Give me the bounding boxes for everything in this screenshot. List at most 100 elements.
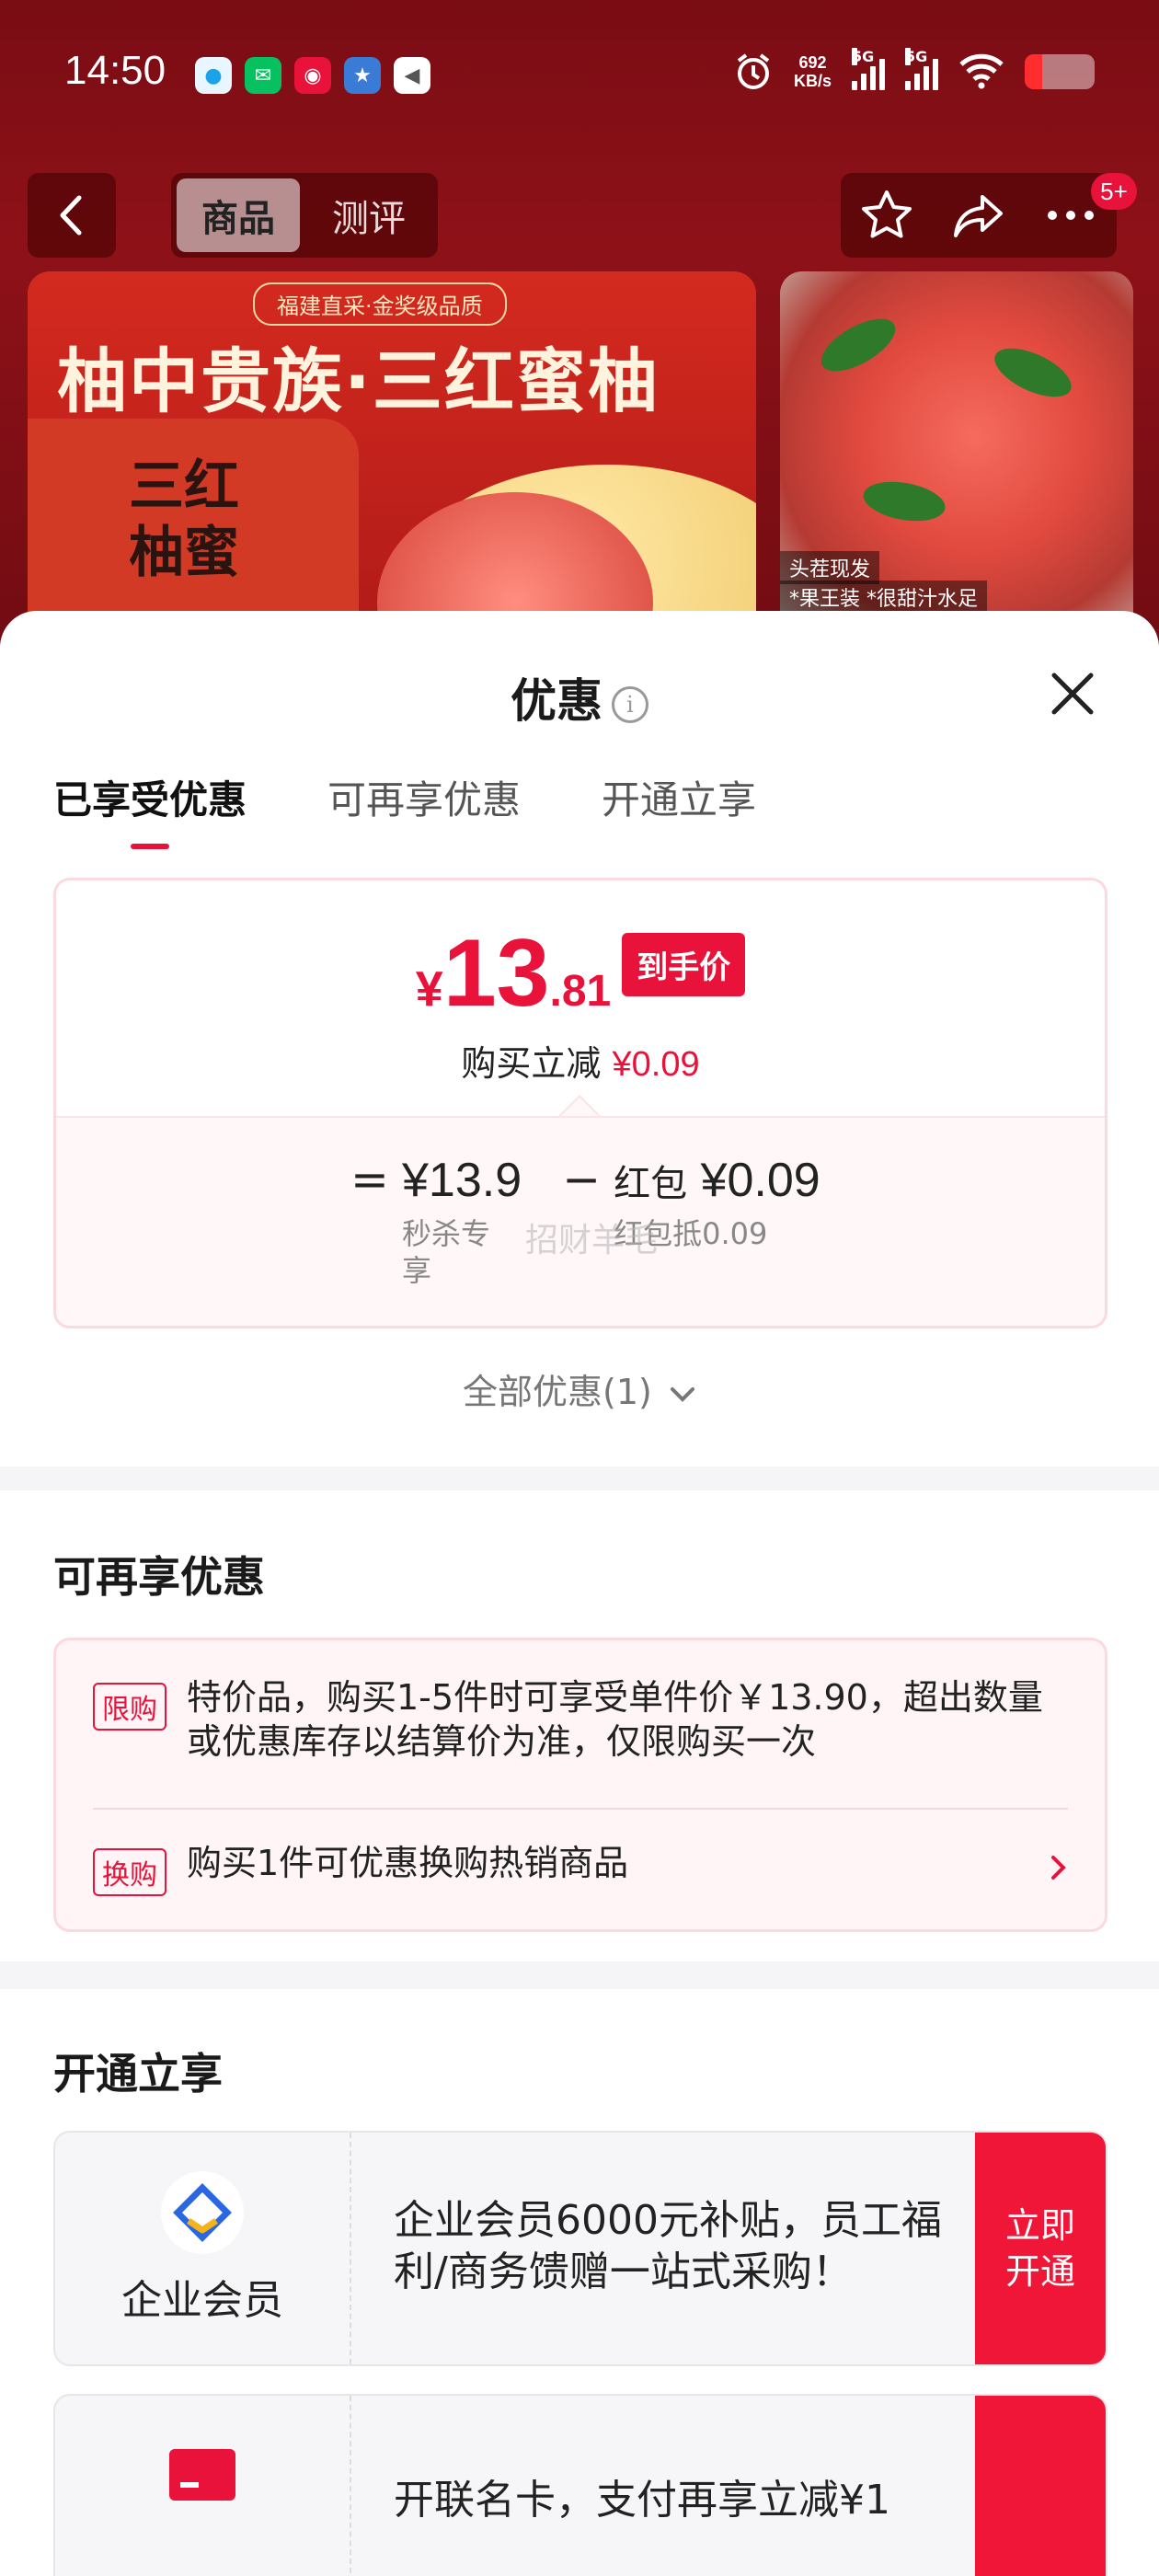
tab-more-discounts[interactable]: 可再享优惠 [327,769,521,849]
enterprise-member-card[interactable]: 企业会员 企业会员6000元补贴，员工福利/商务馈赠一站式采购！ 立即开通 [53,2131,1107,2366]
banner-tag: 福建直采·金奖级品质 [253,282,507,326]
status-right: 692 KB/s 5G 5G [733,48,1095,92]
cobrand-card-brand [55,2396,351,2576]
exchange-row[interactable]: 换购 购买1件可优惠换购热销商品 [93,1841,1068,1896]
leaf-decoration [813,308,903,382]
section-title-open-to-enjoy: 开通立享 [53,2049,223,2099]
wechat-icon: ✉ [245,57,281,94]
redpack-amount: 红包 ¥0.09 [614,1153,820,1208]
back-button[interactable] [28,173,116,258]
instant-reduction-label: 购买立减 [461,1043,602,1084]
discount-sheet: 优惠 i 已享受优惠 可再享优惠 开通立享 ¥13.81 到手价 购买立减 ¥0.0… [0,611,1159,2576]
leaf-decoration [860,476,948,527]
cobrand-open-button[interactable]: 立即 [975,2396,1106,2576]
close-button[interactable] [1045,666,1100,721]
watermark-text: 招财羊毛 [525,1222,659,1259]
exchange-text: 购买1件可优惠换购热销商品 [187,1843,629,1883]
close-icon [1051,673,1094,715]
app-icon-red: ◉ [294,57,331,94]
final-price-card: ¥13.81 到手价 购买立减 ¥0.09 = ¥13.9 秒杀专享 − 红包 ¥… [53,878,1107,1328]
app-icon-game: ★ [344,57,381,94]
network-speed-value: 692 [798,53,827,72]
message-badge: 5+ [1091,173,1137,210]
credit-card-icon [169,2449,235,2501]
limit-purchase-row: 限购 特价品，购买1-5件时可享受单件价￥13.90，超出数量或优惠库存以结算价… [93,1675,1068,1764]
enterprise-member-name: 企业会员 [121,2277,283,2324]
leaf-decoration [987,338,1079,408]
enterprise-member-text: 企业会员6000元补贴，员工福利/商务馈赠一站式采购！ [394,2197,942,2295]
mobile-app-icon: ● [195,57,232,94]
page-tabs: 商品 测评 [171,173,438,258]
price-integer: 13 [442,920,550,1027]
wifi-icon [959,53,1004,89]
status-app-icons: ● ✉ ◉ ★ ◀ [195,57,430,94]
network-speed-unit: KB/s [793,72,832,90]
tab-open-to-enjoy[interactable]: 开通立享 [602,769,756,849]
final-price-summary: ¥13.81 到手价 购买立减 ¥0.09 [56,880,1105,1116]
all-discounts-toggle[interactable]: 全部优惠(1) [0,1363,1159,1414]
base-price-item: ¥13.9 秒杀专享 [402,1153,522,1289]
chevron-down-icon [670,1386,694,1402]
network-type-2: 5G [905,48,928,65]
cobrand-card-text: 开联名卡，支付再享立减¥1 [394,2477,890,2524]
thumbnail-caption-1: 头茬现发 [780,551,880,584]
battery-level [1025,54,1042,89]
limit-purchase-text: 特价品，购买1-5件时可享受单件价￥13.90，超出数量或优惠库存以结算价为准，… [187,1677,1043,1762]
open-to-enjoy-section: 开通立享 企业会员 企业会员6000元补贴，员工福利/商务馈赠一站式采购！ 立即… [0,1989,1159,2576]
limit-purchase-tag: 限购 [93,1683,166,1731]
network-type-1: 5G [852,48,875,65]
banner-box-text: 三红柚蜜 [129,454,239,585]
thumbnail-caption-2: *果王装 *很甜汁水足 [780,581,987,614]
redpack-label: 红包 [614,1163,688,1205]
star-icon [862,190,912,238]
signal-icon-1: 5G [852,48,885,90]
battery-icon [1025,54,1095,89]
final-price: ¥13.81 到手价 [56,919,1105,1029]
share-icon [954,195,1003,237]
price-breakdown: = ¥13.9 秒杀专享 − 红包 ¥0.09 红包抵0.09 招财羊毛 [56,1116,1105,1326]
header-actions [841,173,1117,258]
chevron-left-icon [60,195,82,236]
minus-sign: − [562,1153,602,1206]
product-banner-image[interactable]: 福建直采·金奖级品质 柚中贵族·三红蜜柚 三红柚蜜 [28,271,756,639]
enterprise-member-logo-icon [161,2171,244,2254]
instant-reduction: 购买立减 ¥0.09 [56,1035,1105,1086]
sheet-title-text: 优惠 [511,674,602,728]
alarm-icon [737,53,770,89]
base-price-value: ¥13.9 [402,1154,522,1207]
redpack-value: ¥0.09 [700,1154,820,1207]
cobrand-card-offer[interactable]: 开联名卡，支付再享立减¥1 立即 [53,2394,1107,2576]
discount-tabs: 已享受优惠 可再享优惠 开通立享 [53,769,756,849]
price-currency: ¥ [415,961,443,1017]
more-discounts-card: 限购 特价品，购买1-5件时可享受单件价￥13.90，超出数量或优惠库存以结算价… [53,1638,1107,1932]
all-discounts-label: 全部优惠(1) [463,1372,652,1412]
price-decimal: .81 [549,967,612,1016]
more-icon [1048,211,1094,220]
info-icon[interactable]: i [612,685,648,723]
exchange-tag: 换购 [93,1848,166,1896]
final-price-tag: 到手价 [622,933,746,996]
divider [93,1808,1068,1810]
enterprise-open-button[interactable]: 立即开通 [975,2133,1106,2364]
tab-review[interactable]: 测评 [307,178,430,252]
enterprise-member-brand: 企业会员 [55,2133,351,2364]
status-time: 14:50 [64,48,166,93]
tab-enjoyed-discounts[interactable]: 已享受优惠 [53,769,247,849]
sheet-top-section: 优惠 i 已享受优惠 可再享优惠 开通立享 ¥13.81 到手价 购买立减 ¥0.0… [0,611,1159,1466]
app-icon-white: ◀ [394,57,430,94]
share-button[interactable] [949,186,1008,245]
tab-product[interactable]: 商品 [177,178,300,252]
more-discounts-section: 可再享优惠 限购 特价品，购买1-5件时可享受单件价￥13.90，超出数量或优惠… [0,1490,1159,1961]
section-title-more-discounts: 可再享优惠 [53,1552,265,1602]
instant-reduction-value: ¥0.09 [612,1045,700,1084]
favorite-button[interactable] [857,186,916,245]
status-bar: 14:50 ● ✉ ◉ ★ ◀ 692 KB/s 5G 5G [0,0,1159,156]
banner-title: 柚中贵族·三红蜜柚 [57,340,660,422]
base-price-desc: 秒杀专享 [402,1216,491,1288]
chevron-right-icon[interactable] [1044,1854,1072,1881]
sheet-title: 优惠 i [0,664,1159,730]
equals-sign: = [350,1153,389,1206]
network-speed: 692 KB/s [794,53,832,90]
product-thumbnail[interactable]: 头茬现发 *果王装 *很甜汁水足 [780,271,1133,639]
signal-icon-2: 5G [905,48,938,90]
